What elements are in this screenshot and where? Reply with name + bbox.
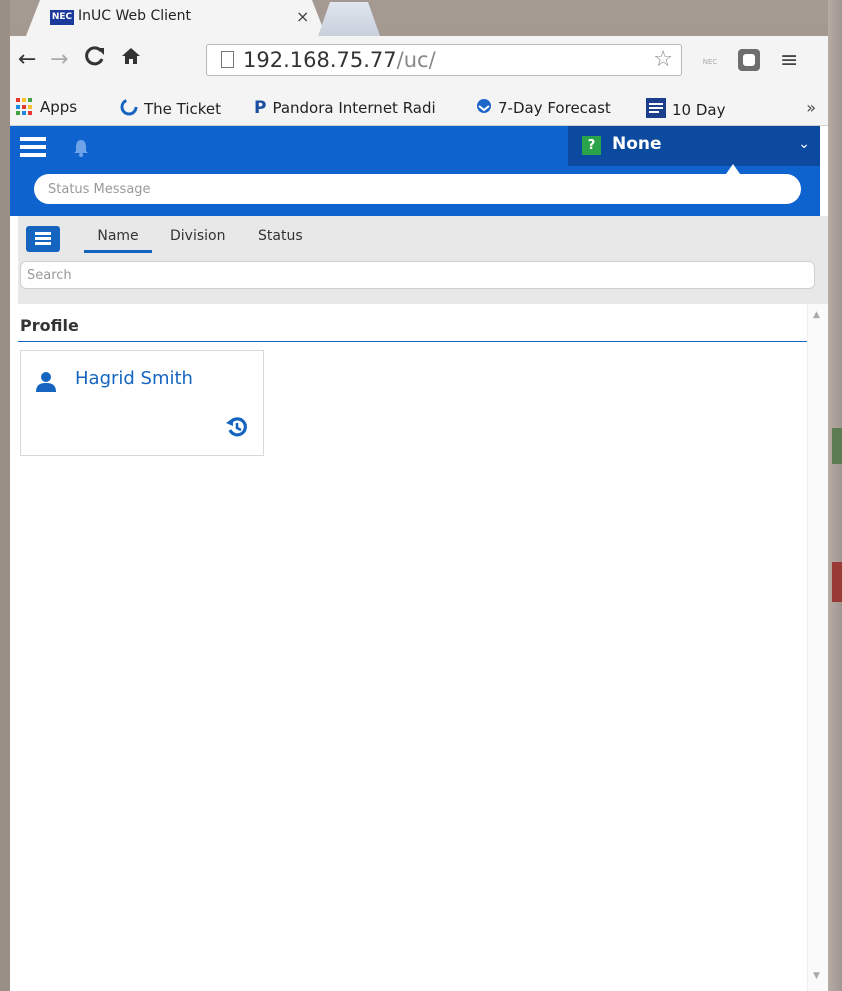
filter-bar: Name Division Status <box>18 216 828 304</box>
browser-window: NEC InUC Web Client × ← → 192.168.75.77/… <box>0 0 842 991</box>
hamburger-menu-icon[interactable] <box>20 137 46 157</box>
chevron-down-icon: ⌄ <box>798 136 810 152</box>
status-message-input[interactable] <box>34 174 801 204</box>
bookmark-pandora[interactable]: P Pandora Internet Radi <box>254 98 436 118</box>
window-frame-left <box>0 0 10 991</box>
extension-icon[interactable] <box>738 49 760 71</box>
tab-title: InUC Web Client <box>78 8 191 24</box>
forward-arrow-icon[interactable]: → <box>50 46 68 74</box>
bookmark-10-day[interactable]: 10 Day <box>646 98 725 122</box>
scroll-down-icon[interactable]: ▼ <box>813 971 820 981</box>
reload-icon[interactable] <box>84 45 106 75</box>
presence-status-badge: ? <box>582 136 601 155</box>
inuc-app: ? None ⌄ Name Division Status Profile Ha… <box>10 126 828 991</box>
home-icon[interactable] <box>120 45 142 75</box>
section-divider <box>18 341 807 342</box>
tab-status[interactable]: Status <box>258 228 303 250</box>
back-arrow-icon[interactable]: ← <box>18 46 36 74</box>
browser-toolbar: ← → 192.168.75.77/uc/ ☆ NEC ≡ <box>10 36 828 90</box>
scroll-up-icon[interactable]: ▲ <box>813 310 820 320</box>
section-title: Profile <box>20 316 79 335</box>
contacts-panel: Profile Hagrid Smith ▲ ▼ <box>18 304 828 991</box>
apps-grid-icon <box>16 98 34 116</box>
tab-strip: NEC InUC Web Client × <box>0 0 842 36</box>
bookmark-the-ticket[interactable]: The Ticket <box>120 98 221 120</box>
bookmark-star-icon[interactable]: ☆ <box>653 47 673 72</box>
bookmark-apps[interactable]: Apps <box>16 98 77 116</box>
tab-close-icon[interactable]: × <box>296 7 309 26</box>
new-tab-button[interactable] <box>318 2 380 36</box>
weather-channel-icon <box>646 98 666 122</box>
profile-name[interactable]: Hagrid Smith <box>75 368 193 389</box>
person-icon <box>35 371 57 393</box>
scrollbar[interactable]: ▲ ▼ <box>807 304 828 991</box>
page-icon <box>221 51 234 68</box>
bookmarks-bar: Apps The Ticket P Pandora Internet Radi … <box>10 90 828 126</box>
bookmark-7-day-forecast[interactable]: 7-Day Forecast <box>476 98 611 118</box>
noaa-icon <box>476 98 492 118</box>
more-bookmarks-icon[interactable]: » <box>806 98 816 117</box>
presence-selector[interactable]: ? None ⌄ <box>568 126 820 166</box>
presence-label: None <box>612 134 662 154</box>
presence-pointer <box>726 164 740 174</box>
nec-extension-icon[interactable]: NEC <box>698 52 722 72</box>
pandora-p-icon: P <box>254 98 267 118</box>
address-bar[interactable]: 192.168.75.77/uc/ ☆ <box>206 44 682 76</box>
window-frame-right <box>828 0 842 991</box>
bell-icon[interactable] <box>72 138 90 163</box>
ticket-logo-icon <box>120 98 138 120</box>
history-icon[interactable] <box>225 415 249 439</box>
tab-division[interactable]: Division <box>170 228 225 250</box>
tab-favicon: NEC <box>50 10 74 25</box>
profile-card[interactable]: Hagrid Smith <box>20 350 264 456</box>
search-input[interactable] <box>20 261 815 289</box>
list-view-button[interactable] <box>26 226 60 252</box>
url-text: 192.168.75.77/uc/ <box>243 48 436 72</box>
browser-menu-icon[interactable]: ≡ <box>780 48 798 73</box>
tab-name[interactable]: Name <box>84 228 152 253</box>
